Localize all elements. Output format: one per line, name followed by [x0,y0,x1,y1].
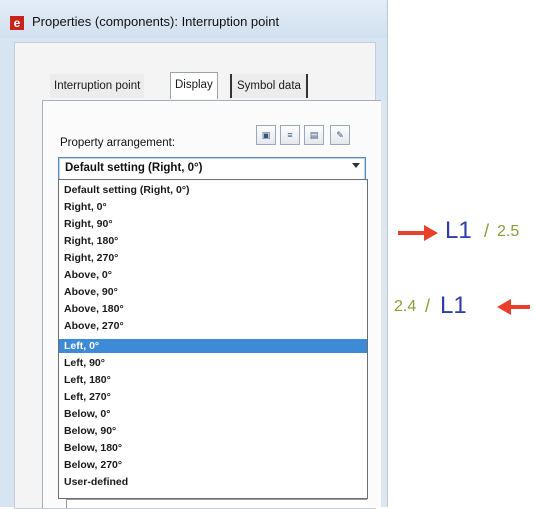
dropdown-option[interactable]: Above, 90° [59,285,367,299]
dropdown-option[interactable]: Right, 270° [59,251,367,265]
arrow-left-icon [510,305,530,309]
window-title: Properties (components): Interruption po… [32,14,280,29]
save-icon[interactable]: ▣ [256,125,276,145]
dropdown-option[interactable]: Below, 270° [59,458,367,472]
dropdown-option[interactable]: Left, 90° [59,356,367,370]
dropdown-option[interactable]: Below, 0° [59,407,367,421]
dropdown-option-highlighted[interactable]: Left, 0° [59,339,367,353]
dropdown-option[interactable]: Left, 180° [59,373,367,387]
dropdown-option[interactable]: Below, 180° [59,441,367,455]
panel-scrollbar[interactable] [381,100,387,507]
dropdown-option[interactable]: Left, 270° [59,390,367,404]
list-icon[interactable]: ≡ [280,125,300,145]
edit-icon[interactable]: ✎ [330,125,350,145]
chevron-down-icon[interactable] [352,163,360,168]
dropdown-option[interactable]: Right, 0° [59,200,367,214]
tab-interruption-point[interactable]: Interruption point [50,74,145,98]
value: 2.4 [394,298,417,315]
dropdown-option[interactable]: User-defined [59,475,367,489]
dropdown-option[interactable]: Right, 180° [59,234,367,248]
dropdown-option[interactable]: Above, 270° [59,319,367,333]
dropdown-option[interactable]: Default setting (Right, 0°) [59,183,367,197]
arrow-right-icon [398,231,424,235]
tab-display[interactable]: Display [170,72,218,99]
separator: / [484,221,490,241]
dropdown-option[interactable]: Below, 90° [59,424,367,438]
property-arrangement-dropdown-list: Default setting (Right, 0°) Right, 0° Ri… [58,179,368,499]
property-arrangement-combobox[interactable]: Default setting (Right, 0°) [58,157,366,181]
arrow-left-head-icon [497,299,511,315]
combobox-selected-value: Default setting (Right, 0°) [65,162,203,174]
label-L1: L1 [445,217,472,244]
dropdown-option[interactable]: Above, 0° [59,268,367,282]
dropdown-option[interactable]: Above, 180° [59,302,367,316]
dropdown-option[interactable]: Right, 90° [59,217,367,231]
label-L1: L1 [440,292,467,319]
arrow-right-head-icon [424,225,438,241]
table-icon[interactable]: ▤ [304,125,324,145]
property-arrangement-label: Property arrangement: [60,137,176,149]
value: 2.5 [497,223,520,240]
separator: / [425,296,431,316]
tab-symbol-data[interactable]: Symbol data [230,74,308,98]
app-icon: e [10,16,24,30]
title-bar: e Properties (components): Interruption … [0,0,387,38]
